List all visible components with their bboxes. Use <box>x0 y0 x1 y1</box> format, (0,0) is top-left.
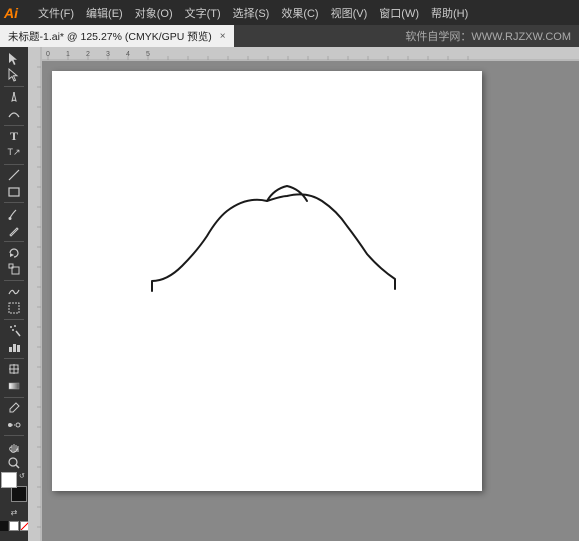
tool-separator-6 <box>4 280 24 281</box>
menu-effect[interactable]: 效果(C) <box>275 3 324 23</box>
rect-tool[interactable] <box>2 184 26 200</box>
color-area: ↺ ⇄ <box>0 472 30 537</box>
gradient-tool[interactable] <box>2 378 26 394</box>
menu-type[interactable]: 文字(T) <box>179 3 227 23</box>
stroke-swatch[interactable] <box>11 486 27 502</box>
svg-text:5: 5 <box>146 51 150 58</box>
rotate-tool[interactable] <box>2 245 26 261</box>
active-tab[interactable]: 未标题-1.ai* @ 125.27% (CMYK/GPU 预览) × <box>0 25 234 47</box>
artboard <box>52 71 482 491</box>
reset-colors-icon[interactable]: ↺ <box>19 472 27 480</box>
zoom-tool[interactable] <box>2 456 26 472</box>
paintbrush-tool[interactable] <box>2 206 26 222</box>
curvature-tool[interactable] <box>2 106 26 122</box>
selection-tool[interactable] <box>2 51 26 67</box>
drawing-svg <box>52 71 482 491</box>
warp-tool[interactable] <box>2 284 26 300</box>
tab-bar: 未标题-1.ai* @ 125.27% (CMYK/GPU 预览) × 软件自学… <box>0 25 579 47</box>
menu-edit[interactable]: 编辑(E) <box>80 3 129 23</box>
toolbar: T T↗ <box>0 47 28 541</box>
small-swatches <box>0 521 30 531</box>
swap-colors-icon[interactable]: ⇄ <box>11 508 18 517</box>
tool-separator-7 <box>4 319 24 320</box>
tool-separator-10 <box>4 435 24 436</box>
type-tool[interactable]: T <box>2 129 26 145</box>
eyedropper-tool[interactable] <box>2 400 26 416</box>
menu-select[interactable]: 选择(S) <box>227 3 276 23</box>
svg-text:3: 3 <box>106 51 110 58</box>
menu-file[interactable]: 文件(F) <box>32 3 80 23</box>
ruler-left <box>28 47 42 541</box>
pencil-tool[interactable] <box>2 223 26 239</box>
fill-swatch[interactable] <box>1 472 17 488</box>
symbol-spray-tool[interactable] <box>2 323 26 339</box>
blend-tool[interactable] <box>2 417 26 433</box>
svg-text:1: 1 <box>66 51 70 58</box>
canvas-area: 0 1 2 3 4 5 <box>28 47 579 541</box>
svg-text:0: 0 <box>46 51 50 58</box>
canvas-white <box>42 61 579 541</box>
menu-help[interactable]: 帮助(H) <box>425 3 474 23</box>
menu-bar: Ai 文件(F) 编辑(E) 对象(O) 文字(T) 选择(S) 效果(C) 视… <box>0 0 579 25</box>
hand-tool[interactable] <box>2 439 26 455</box>
site-label: 软件自学网：WWW.RJZXW.COM <box>397 25 579 47</box>
free-transform-tool[interactable] <box>2 300 26 316</box>
touch-type-tool[interactable]: T↗ <box>2 145 26 161</box>
tool-separator-4 <box>4 202 24 203</box>
pen-tool[interactable] <box>2 90 26 106</box>
direct-select-tool[interactable] <box>2 68 26 84</box>
tool-separator-1 <box>4 86 24 87</box>
tab-label: 未标题-1.ai* @ 125.27% (CMYK/GPU 预览) <box>8 29 212 44</box>
stroke-fill-box[interactable]: ↺ <box>1 472 27 502</box>
ruler-top: 0 1 2 3 4 5 <box>28 47 579 61</box>
menu-window[interactable]: 窗口(W) <box>373 3 425 23</box>
tool-separator-2 <box>4 125 24 126</box>
tab-close-button[interactable]: × <box>220 31 226 42</box>
menu-object[interactable]: 对象(O) <box>129 3 179 23</box>
tool-separator-3 <box>4 164 24 165</box>
line-tool[interactable] <box>2 167 26 183</box>
tool-separator-8 <box>4 358 24 359</box>
mesh-tool[interactable] <box>2 362 26 378</box>
column-graph-tool[interactable] <box>2 339 26 355</box>
scale-tool[interactable] <box>2 262 26 278</box>
svg-text:4: 4 <box>126 51 130 58</box>
main-area: T T↗ <box>0 47 579 541</box>
swatch-black[interactable] <box>0 521 8 531</box>
menu-view[interactable]: 视图(V) <box>325 3 374 23</box>
tool-separator-5 <box>4 241 24 242</box>
tool-separator-9 <box>4 397 24 398</box>
swatch-white[interactable] <box>9 521 19 531</box>
app-logo: Ai <box>4 6 18 20</box>
svg-text:2: 2 <box>86 51 90 58</box>
